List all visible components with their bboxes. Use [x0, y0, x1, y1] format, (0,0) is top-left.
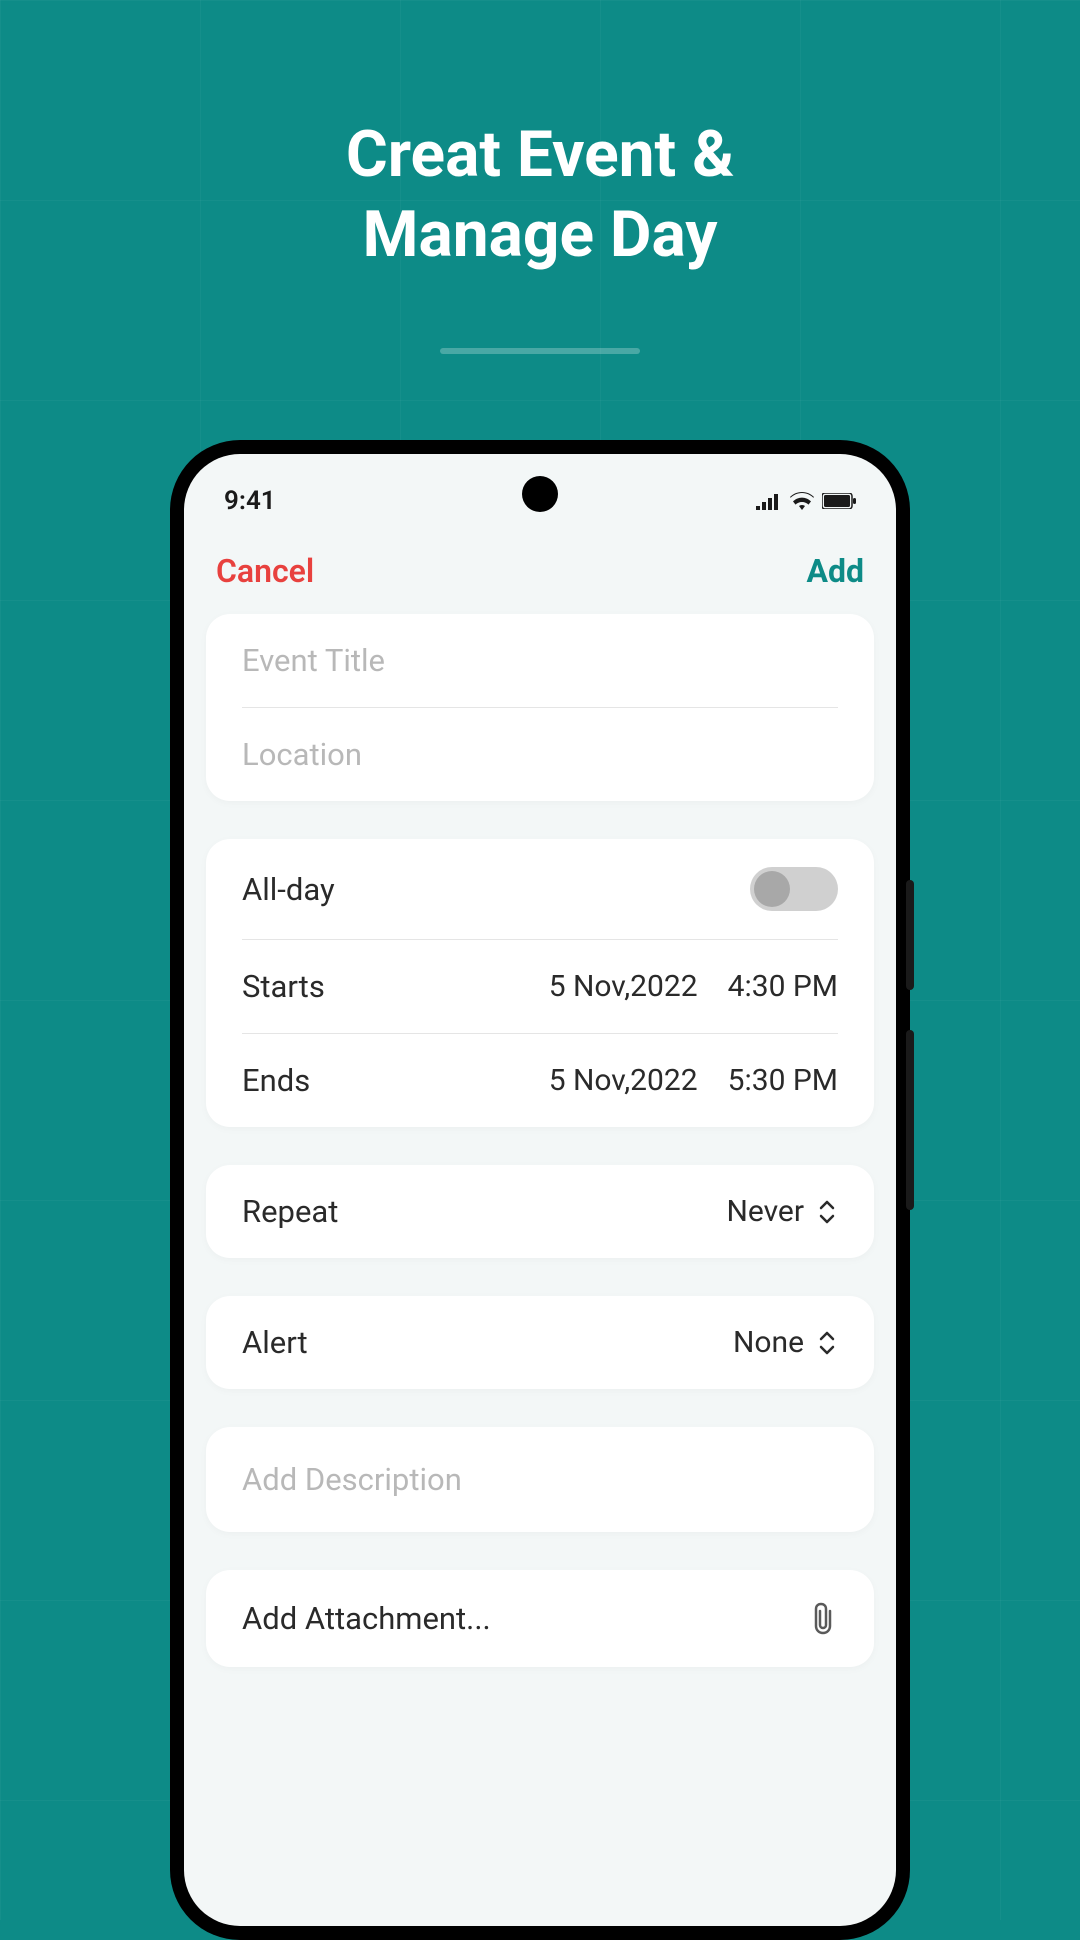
toggle-knob [754, 871, 790, 907]
paperclip-icon [808, 1601, 838, 1637]
title-placeholder: Event Title [242, 642, 385, 679]
alert-row[interactable]: Alert None [206, 1296, 874, 1389]
ends-values: 5 Nov,2022 5:30 PM [549, 1063, 838, 1098]
cancel-button[interactable]: Cancel [216, 552, 314, 590]
starts-label: Starts [242, 968, 325, 1005]
signal-icon [756, 492, 782, 510]
event-title-input[interactable]: Event Title [206, 614, 874, 707]
add-button[interactable]: Add [806, 552, 864, 590]
headline-underline [440, 348, 640, 354]
repeat-row[interactable]: Repeat Never [206, 1165, 874, 1258]
nav-bar: Cancel Add [184, 524, 896, 614]
ends-row[interactable]: Ends 5 Nov,2022 5:30 PM [206, 1034, 874, 1127]
datetime-card: All-day Starts 5 Nov,2022 4:30 PM Ends [206, 839, 874, 1127]
form-content: Event Title Location All-day Starts [184, 614, 896, 1667]
repeat-label: Repeat [242, 1193, 338, 1230]
alert-value: None [733, 1325, 804, 1360]
attachment-card: Add Attachment... [206, 1570, 874, 1667]
wifi-icon [790, 492, 814, 510]
ends-date: 5 Nov,2022 [549, 1063, 698, 1098]
attachment-label: Add Attachment... [242, 1600, 491, 1637]
phone-frame: 9:41 Cancel Add Event Ti [170, 440, 910, 1940]
starts-row[interactable]: Starts 5 Nov,2022 4:30 PM [206, 940, 874, 1033]
status-icons [756, 492, 856, 510]
headline-line2: Manage Day [0, 195, 1080, 275]
title-location-card: Event Title Location [206, 614, 874, 801]
starts-time: 4:30 PM [728, 969, 838, 1004]
description-input[interactable]: Add Description [206, 1427, 874, 1532]
allday-label: All-day [242, 871, 335, 908]
repeat-card: Repeat Never [206, 1165, 874, 1258]
repeat-value: Never [726, 1194, 804, 1229]
phone-screen: 9:41 Cancel Add Event Ti [184, 454, 896, 1926]
repeat-value-group: Never [726, 1194, 838, 1229]
phone-camera [522, 476, 558, 512]
starts-values: 5 Nov,2022 4:30 PM [549, 969, 838, 1004]
location-placeholder: Location [242, 736, 362, 773]
phone-side-button [906, 1030, 914, 1210]
phone-side-button [906, 880, 914, 990]
battery-icon [822, 493, 856, 509]
ends-label: Ends [242, 1062, 310, 1099]
status-time: 9:41 [224, 486, 276, 516]
chevron-updown-icon [816, 1198, 838, 1226]
chevron-updown-icon [816, 1329, 838, 1357]
allday-toggle[interactable] [750, 867, 838, 911]
allday-row: All-day [206, 839, 874, 939]
location-input[interactable]: Location [206, 708, 874, 801]
alert-value-group: None [733, 1325, 838, 1360]
alert-label: Alert [242, 1324, 308, 1361]
ends-time: 5:30 PM [728, 1063, 838, 1098]
attachment-row[interactable]: Add Attachment... [206, 1570, 874, 1667]
headline-line1: Creat Event & [0, 115, 1080, 195]
description-placeholder: Add Description [242, 1461, 462, 1498]
alert-card: Alert None [206, 1296, 874, 1389]
promo-headline: Creat Event & Manage Day [0, 115, 1080, 275]
starts-date: 5 Nov,2022 [549, 969, 698, 1004]
